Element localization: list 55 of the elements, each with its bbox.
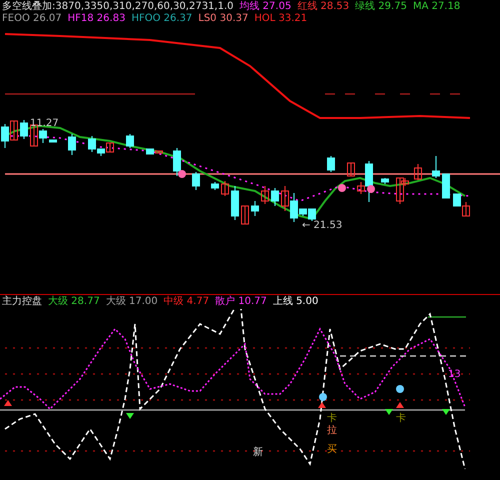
candlestick — [347, 162, 355, 176]
legend-value: 大级 28.77 — [48, 296, 100, 308]
signal-label: 13 — [448, 369, 461, 380]
candlestick — [414, 164, 422, 180]
candlestick — [251, 200, 259, 216]
legend-value: 绿线 29.75 — [355, 1, 407, 13]
legend-value: 上线 5.00 — [272, 296, 318, 308]
candlestick — [442, 174, 450, 198]
signal-label: 新 — [253, 447, 263, 458]
high-price-label: 11.27 — [30, 118, 59, 129]
legend-value: HOL 33.21 — [254, 13, 308, 25]
signal-label: 拉 — [327, 425, 337, 436]
legend-value: 红线 28.53 — [297, 1, 350, 13]
up-arrow-icon — [4, 400, 12, 406]
signal-label: 卡 — [396, 413, 406, 424]
down-arrow-icon — [126, 413, 134, 419]
legend-value: MA 27.18 — [412, 1, 460, 13]
up-arrow-icon — [318, 402, 326, 408]
legend-value: HF18 26.83 — [68, 13, 126, 25]
signal-label: 买 — [327, 444, 337, 455]
candlestick — [221, 180, 229, 196]
legend-value: 大级 17.00 — [106, 296, 158, 308]
candlestick — [381, 178, 389, 184]
candlestick — [432, 156, 440, 178]
legend-value: 多空线叠加:3870,3350,310,270,60,30,2731,1.0 — [2, 1, 234, 13]
candlestick — [68, 134, 76, 156]
signal-dot — [396, 385, 404, 393]
legend-value: 散户 10.77 — [215, 296, 267, 308]
signal-dot — [367, 185, 375, 193]
candlestick — [241, 206, 249, 224]
up-arrow-icon — [396, 402, 404, 408]
legend-value: 均线 27.05 — [240, 1, 292, 13]
legend-value: 中级 4.77 — [164, 296, 210, 308]
candlestick — [173, 148, 181, 176]
candlestick — [211, 182, 219, 190]
candlestick — [261, 186, 269, 204]
down-arrow-icon — [442, 409, 450, 415]
upper-line — [428, 316, 466, 318]
low-price-label: ← 21.53 — [302, 220, 342, 231]
down-arrow-icon — [385, 409, 393, 415]
signal-dot — [319, 393, 327, 401]
candlestick — [126, 134, 134, 148]
legend-value: FEOO 26.07 — [2, 13, 62, 25]
signal-dot — [178, 170, 186, 178]
candlestick — [20, 120, 28, 140]
signal-label: 卡 — [327, 413, 337, 424]
legend-value: HFOO 26.37 — [131, 13, 192, 25]
candlestick — [327, 156, 335, 172]
candlestick — [192, 172, 200, 190]
candlestick — [231, 186, 239, 220]
candlestick — [271, 188, 279, 206]
candlestick — [49, 140, 57, 142]
signal-dot — [338, 184, 346, 192]
legend-value: 主力控盘 — [2, 296, 42, 308]
legend-value: LS0 30.37 — [198, 13, 248, 25]
